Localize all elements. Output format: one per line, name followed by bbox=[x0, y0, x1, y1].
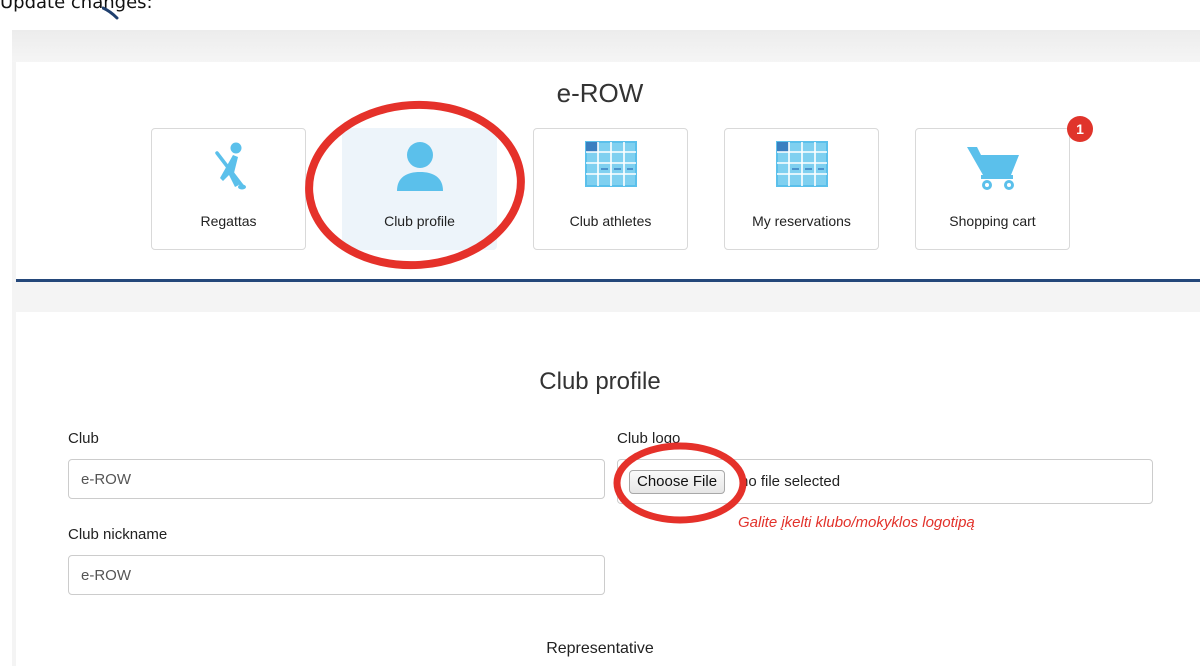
club-label: Club bbox=[68, 430, 99, 447]
tile-label: My reservations bbox=[752, 213, 851, 229]
app-title: e-ROW bbox=[556, 78, 644, 108]
tile-label: Club profile bbox=[384, 213, 455, 229]
representative-heading: Representative bbox=[546, 640, 654, 657]
club-logo-label: Club logo bbox=[617, 430, 681, 447]
tile-club-profile[interactable]: Club profile bbox=[342, 128, 497, 250]
tile-label: Shopping cart bbox=[949, 213, 1036, 229]
rower-icon bbox=[214, 142, 246, 190]
tile-regattas[interactable]: Regattas bbox=[151, 128, 306, 250]
club-nickname-input[interactable] bbox=[68, 555, 605, 595]
file-status-text: no file selected bbox=[740, 473, 841, 490]
club-input[interactable] bbox=[68, 459, 605, 499]
choose-file-button[interactable]: Choose File bbox=[629, 470, 726, 494]
arrow-tip-icon bbox=[102, 6, 119, 20]
tile-shopping-cart[interactable]: Shopping cart bbox=[915, 128, 1070, 250]
section-title: Club profile bbox=[539, 368, 661, 395]
tile-my-reservations[interactable]: My reservations bbox=[724, 128, 879, 250]
user-icon bbox=[396, 142, 443, 191]
tile-label: Regattas bbox=[200, 213, 257, 229]
table-icon bbox=[584, 141, 637, 187]
club-nickname-label: Club nickname bbox=[68, 526, 168, 543]
logo-hint-text: Galite įkelti klubo/mokyklos logotipą bbox=[738, 514, 975, 531]
cart-count-badge: 1 bbox=[1067, 116, 1093, 142]
club-logo-file-field: Choose File no file selected bbox=[617, 459, 1153, 504]
cart-icon bbox=[966, 147, 1019, 190]
top-bar bbox=[12, 30, 1200, 62]
update-caption: Update changes: bbox=[0, 0, 153, 13]
table-icon bbox=[775, 141, 828, 187]
tile-label: Club athletes bbox=[569, 213, 652, 229]
tile-club-athletes[interactable]: Club athletes bbox=[533, 128, 688, 250]
